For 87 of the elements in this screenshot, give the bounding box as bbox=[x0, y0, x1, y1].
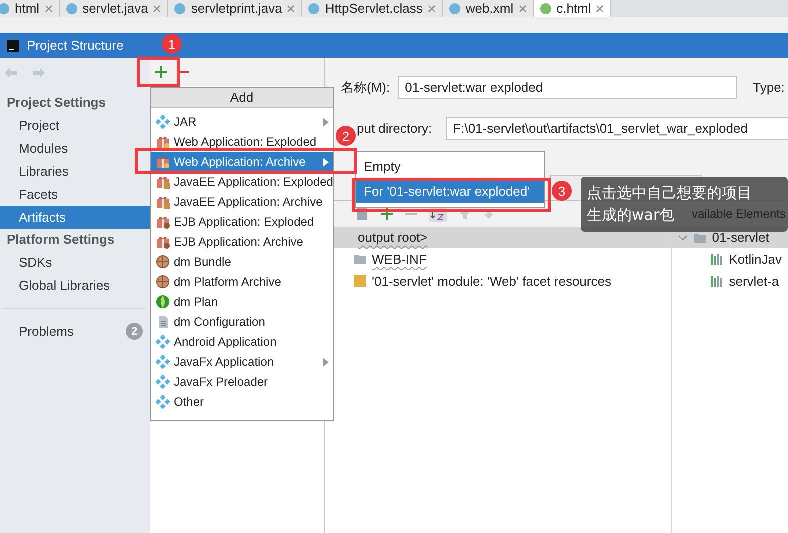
tree-item[interactable]: output root> bbox=[358, 230, 428, 245]
editor-tab[interactable]: servlet.java bbox=[60, 0, 168, 17]
module-icon bbox=[353, 274, 367, 288]
diamonds-icon bbox=[156, 375, 170, 389]
library-icon bbox=[710, 252, 724, 266]
gift-icon bbox=[156, 175, 170, 189]
type-label: Type: bbox=[753, 80, 785, 95]
chevron-down-icon[interactable] bbox=[678, 232, 688, 242]
editor-tab[interactable]: web.xml bbox=[442, 0, 534, 17]
gift-icon bbox=[156, 215, 170, 229]
add-icon bbox=[155, 66, 167, 78]
close-icon bbox=[518, 4, 527, 12]
menu-item[interactable]: EJB Application: Exploded bbox=[151, 212, 333, 232]
library-icon bbox=[710, 274, 724, 288]
sidebar-item[interactable]: SDKs bbox=[0, 251, 150, 274]
menu-title: Add bbox=[151, 88, 333, 108]
menu-item[interactable]: JavaEE Application: Archive bbox=[151, 192, 333, 212]
tree-item[interactable]: KotlinJav bbox=[729, 252, 782, 266]
window-title: Project Structure bbox=[27, 38, 124, 53]
leaf-icon bbox=[156, 295, 170, 309]
file-icon bbox=[540, 2, 552, 14]
menu-item[interactable]: JavaFx Application bbox=[151, 352, 333, 372]
back-arrow-icon bbox=[4, 67, 18, 79]
close-icon bbox=[287, 4, 296, 12]
sidebar-item[interactable]: Modules bbox=[0, 137, 150, 160]
menu-item[interactable]: EJB Application: Archive bbox=[151, 232, 333, 252]
folder-icon bbox=[353, 252, 367, 266]
sidebar-item[interactable]: Global Libraries bbox=[0, 274, 150, 297]
output-directory-field[interactable]: F:\01-servlet\out\artifacts\01_servlet_war_exploded bbox=[446, 117, 788, 140]
tree-item[interactable]: servlet-a bbox=[729, 274, 780, 288]
output-directory-label: put directory: bbox=[357, 121, 432, 136]
gift-icon bbox=[156, 155, 170, 169]
menu-item[interactable]: JavaEE Application: Exploded bbox=[151, 172, 333, 192]
diamonds-icon bbox=[156, 115, 170, 129]
menu-item[interactable]: dm Configuration bbox=[151, 312, 333, 332]
file-icon bbox=[448, 2, 461, 14]
add-icon bbox=[381, 208, 393, 220]
diamonds-icon bbox=[156, 355, 170, 369]
close-icon bbox=[428, 4, 436, 12]
file-icon bbox=[0, 2, 10, 14]
sidebar-item[interactable]: Facets bbox=[0, 183, 150, 206]
editor-tab[interactable]: html bbox=[0, 0, 60, 17]
close-icon bbox=[596, 4, 604, 12]
section-heading: Project Settings bbox=[6, 94, 107, 112]
name-label: 名称(M): bbox=[341, 78, 390, 96]
section-heading: Platform Settings bbox=[6, 231, 116, 249]
editor-tab[interactable]: c.html bbox=[534, 0, 612, 17]
available-elements-label: vailable Elements bbox=[692, 207, 786, 221]
gift-icon bbox=[156, 195, 170, 209]
editor-tab[interactable]: HttpServlet.class bbox=[302, 0, 443, 17]
menu-item[interactable]: Other bbox=[151, 392, 333, 412]
editor-tab[interactable]: servletprint.java bbox=[168, 0, 302, 17]
tree-item[interactable]: WEB-INF bbox=[372, 252, 427, 266]
count-badge: 2 bbox=[126, 323, 143, 340]
forward-arrow-icon bbox=[32, 67, 46, 79]
sidebar-item[interactable]: Artifacts bbox=[0, 206, 150, 229]
highlight-frame bbox=[137, 57, 180, 87]
menu-item[interactable]: For '01-servlet:war exploded' bbox=[356, 181, 544, 203]
menu-item[interactable]: Web Application: Exploded bbox=[151, 132, 333, 152]
menu-item[interactable]: JavaFx Preloader bbox=[151, 372, 333, 392]
name-field[interactable]: 01-servlet:war exploded bbox=[398, 76, 738, 99]
menu-item[interactable]: dm Plan bbox=[151, 292, 333, 312]
menu-item[interactable]: Android Application bbox=[151, 332, 333, 352]
note-text: 生成的war包 bbox=[587, 205, 675, 226]
gift-icon bbox=[156, 235, 170, 249]
globe-icon bbox=[156, 255, 170, 269]
tree-item[interactable]: '01-servlet' module: 'Web' facet resources bbox=[372, 274, 612, 288]
menu-item[interactable]: JAR bbox=[151, 112, 333, 132]
gift-icon bbox=[156, 135, 170, 149]
sidebar-item[interactable]: Libraries bbox=[0, 160, 150, 183]
close-icon bbox=[153, 4, 162, 12]
menu-item[interactable]: dm Platform Archive bbox=[151, 272, 333, 292]
diamonds-icon bbox=[156, 335, 170, 349]
diamonds-icon bbox=[156, 395, 170, 409]
menu-item[interactable]: Web Application: Archive bbox=[151, 152, 333, 172]
globe-icon bbox=[156, 275, 170, 289]
app-logo-icon bbox=[7, 40, 19, 52]
file-icon bbox=[66, 2, 78, 14]
menu-item[interactable]: Empty bbox=[356, 156, 544, 178]
file-icon bbox=[174, 2, 186, 14]
menu-item[interactable]: dm Bundle bbox=[151, 252, 333, 272]
document-icon bbox=[156, 315, 170, 329]
note-text: 点击选中自己想要的项目 bbox=[587, 183, 752, 204]
file-icon bbox=[308, 2, 320, 14]
sidebar-item[interactable]: Problems bbox=[19, 324, 74, 339]
sidebar-item[interactable]: Project bbox=[0, 114, 150, 137]
close-icon bbox=[44, 4, 53, 12]
